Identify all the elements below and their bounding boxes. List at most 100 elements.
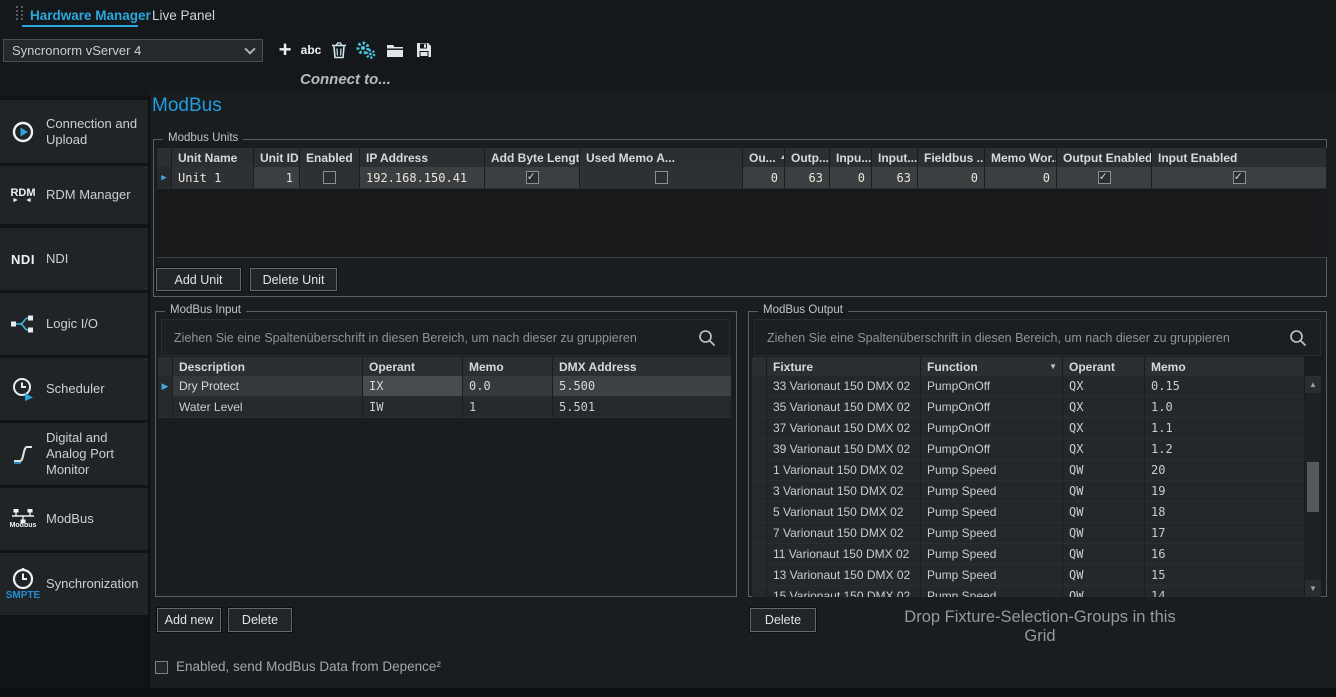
add-unit-button[interactable]: Add Unit: [156, 268, 241, 291]
cell[interactable]: PumpOnOff: [921, 439, 1063, 460]
cell[interactable]: 17: [1145, 523, 1305, 544]
sidebar-item-scheduler[interactable]: Scheduler: [0, 358, 148, 420]
cell[interactable]: 192.168.150.41: [360, 167, 485, 189]
cell[interactable]: [752, 376, 767, 397]
cell[interactable]: QX: [1063, 418, 1145, 439]
cell[interactable]: QW: [1063, 544, 1145, 565]
cell[interactable]: 0: [830, 167, 872, 189]
table-row[interactable]: 39 Varionaut 150 DMX 02PumpOnOffQX1.2: [752, 439, 1321, 460]
cell[interactable]: IW: [363, 397, 463, 418]
sidebar-item-port-monitor[interactable]: Digital and Analog Port Monitor: [0, 423, 148, 485]
cell[interactable]: Pump Speed: [921, 586, 1063, 597]
cell[interactable]: 15 Varionaut 150 DMX 02: [767, 586, 921, 597]
cell[interactable]: [1152, 167, 1327, 189]
cell[interactable]: 35 Varionaut 150 DMX 02: [767, 397, 921, 418]
scrollbar-thumb[interactable]: [1307, 462, 1319, 512]
col-header-row-marker[interactable]: [158, 357, 173, 376]
col-header-add-byte-length[interactable]: Add Byte Length: [485, 148, 580, 167]
delete-output-button[interactable]: Delete: [750, 608, 816, 632]
checkbox[interactable]: [323, 171, 336, 184]
cell[interactable]: Unit 1: [172, 167, 254, 189]
cell[interactable]: [752, 397, 767, 418]
col-header-row-marker[interactable]: [157, 148, 172, 167]
cell[interactable]: PumpOnOff: [921, 418, 1063, 439]
scroll-down-icon[interactable]: ▼: [1305, 580, 1321, 597]
table-row[interactable]: 5 Varionaut 150 DMX 02Pump SpeedQW18: [752, 502, 1321, 523]
cell[interactable]: 5.500: [553, 376, 732, 397]
cell[interactable]: [752, 460, 767, 481]
table-row[interactable]: 7 Varionaut 150 DMX 02Pump SpeedQW17: [752, 523, 1321, 544]
col-header-function[interactable]: Function▼: [921, 357, 1063, 376]
cell[interactable]: 13 Varionaut 150 DMX 02: [767, 565, 921, 586]
cell[interactable]: Pump Speed: [921, 565, 1063, 586]
cell[interactable]: [485, 167, 580, 189]
cell[interactable]: IX: [363, 376, 463, 397]
tab-live-panel[interactable]: Live Panel: [152, 8, 215, 23]
cell[interactable]: 19: [1145, 481, 1305, 502]
cell[interactable]: 0: [918, 167, 985, 189]
table-row[interactable]: ▶Dry ProtectIX0.05.500: [158, 376, 732, 397]
cell[interactable]: 11 Varionaut 150 DMX 02: [767, 544, 921, 565]
col-header-input[interactable]: Input...: [872, 148, 918, 167]
cell[interactable]: 5 Varionaut 150 DMX 02: [767, 502, 921, 523]
cell[interactable]: QX: [1063, 439, 1145, 460]
cell[interactable]: 0.0: [463, 376, 553, 397]
col-header-operant[interactable]: Operant: [1063, 357, 1145, 376]
search-icon[interactable]: [1288, 328, 1308, 348]
cell[interactable]: 37 Varionaut 150 DMX 02: [767, 418, 921, 439]
cell[interactable]: 33 Varionaut 150 DMX 02: [767, 376, 921, 397]
cell[interactable]: 18: [1145, 502, 1305, 523]
table-row[interactable]: 37 Varionaut 150 DMX 02PumpOnOffQX1.1: [752, 418, 1321, 439]
cell[interactable]: [752, 523, 767, 544]
cell[interactable]: 0: [985, 167, 1057, 189]
add-new-button[interactable]: Add new: [157, 608, 221, 632]
cell[interactable]: Water Level: [173, 397, 363, 418]
cell[interactable]: ▶: [158, 376, 173, 397]
table-row[interactable]: 11 Varionaut 150 DMX 02Pump SpeedQW16: [752, 544, 1321, 565]
output-scrollbar[interactable]: ▲ ▼: [1305, 376, 1321, 597]
cell[interactable]: Pump Speed: [921, 544, 1063, 565]
col-header-inpu[interactable]: Inpu...: [830, 148, 872, 167]
col-header-memo[interactable]: Memo: [1145, 357, 1305, 376]
cell[interactable]: 15: [1145, 565, 1305, 586]
cell[interactable]: 39 Varionaut 150 DMX 02: [767, 439, 921, 460]
table-row[interactable]: 35 Varionaut 150 DMX 02PumpOnOffQX1.0: [752, 397, 1321, 418]
cell[interactable]: [752, 586, 767, 597]
drag-grip-icon[interactable]: [16, 6, 24, 24]
col-header-memo[interactable]: Memo: [463, 357, 553, 376]
col-header-row-marker[interactable]: [752, 357, 767, 376]
device-select[interactable]: Syncronorm vServer 4: [3, 39, 263, 62]
cell[interactable]: [752, 565, 767, 586]
cell[interactable]: 1: [254, 167, 300, 189]
cell[interactable]: 63: [872, 167, 918, 189]
checkbox[interactable]: [1098, 171, 1111, 184]
cell[interactable]: 0.15: [1145, 376, 1305, 397]
col-header-memo-wor[interactable]: Memo Wor...: [985, 148, 1057, 167]
col-header-output-enabled[interactable]: Output Enabled: [1057, 148, 1152, 167]
trash-icon[interactable]: [328, 39, 350, 61]
scroll-up-icon[interactable]: ▲: [1305, 376, 1321, 393]
table-row[interactable]: 1 Varionaut 150 DMX 02Pump SpeedQW20: [752, 460, 1321, 481]
col-header-enabled[interactable]: Enabled: [300, 148, 360, 167]
col-header-unit-name[interactable]: Unit Name: [172, 148, 254, 167]
cell[interactable]: QW: [1063, 460, 1145, 481]
table-row[interactable]: 3 Varionaut 150 DMX 02Pump SpeedQW19: [752, 481, 1321, 502]
cell[interactable]: 1.1: [1145, 418, 1305, 439]
checkbox[interactable]: [526, 171, 539, 184]
search-icon[interactable]: [697, 328, 717, 348]
cell[interactable]: 63: [785, 167, 830, 189]
table-row[interactable]: 13 Varionaut 150 DMX 02Pump SpeedQW15: [752, 565, 1321, 586]
table-row[interactable]: Water LevelIW15.501: [158, 397, 732, 418]
sidebar-item-modbus[interactable]: Modbus ModBus: [0, 488, 148, 550]
cell[interactable]: 3 Varionaut 150 DMX 02: [767, 481, 921, 502]
cell[interactable]: Dry Protect: [173, 376, 363, 397]
open-folder-icon[interactable]: [384, 39, 406, 61]
cell[interactable]: QW: [1063, 481, 1145, 502]
delete-input-button[interactable]: Delete: [228, 608, 292, 632]
cell[interactable]: QX: [1063, 397, 1145, 418]
sidebar-item-logic-io[interactable]: Logic I/O: [0, 293, 148, 355]
cell[interactable]: 5.501: [553, 397, 732, 418]
checkbox[interactable]: [1233, 171, 1246, 184]
cell[interactable]: 1.0: [1145, 397, 1305, 418]
table-row[interactable]: 15 Varionaut 150 DMX 02Pump SpeedQW14: [752, 586, 1321, 597]
